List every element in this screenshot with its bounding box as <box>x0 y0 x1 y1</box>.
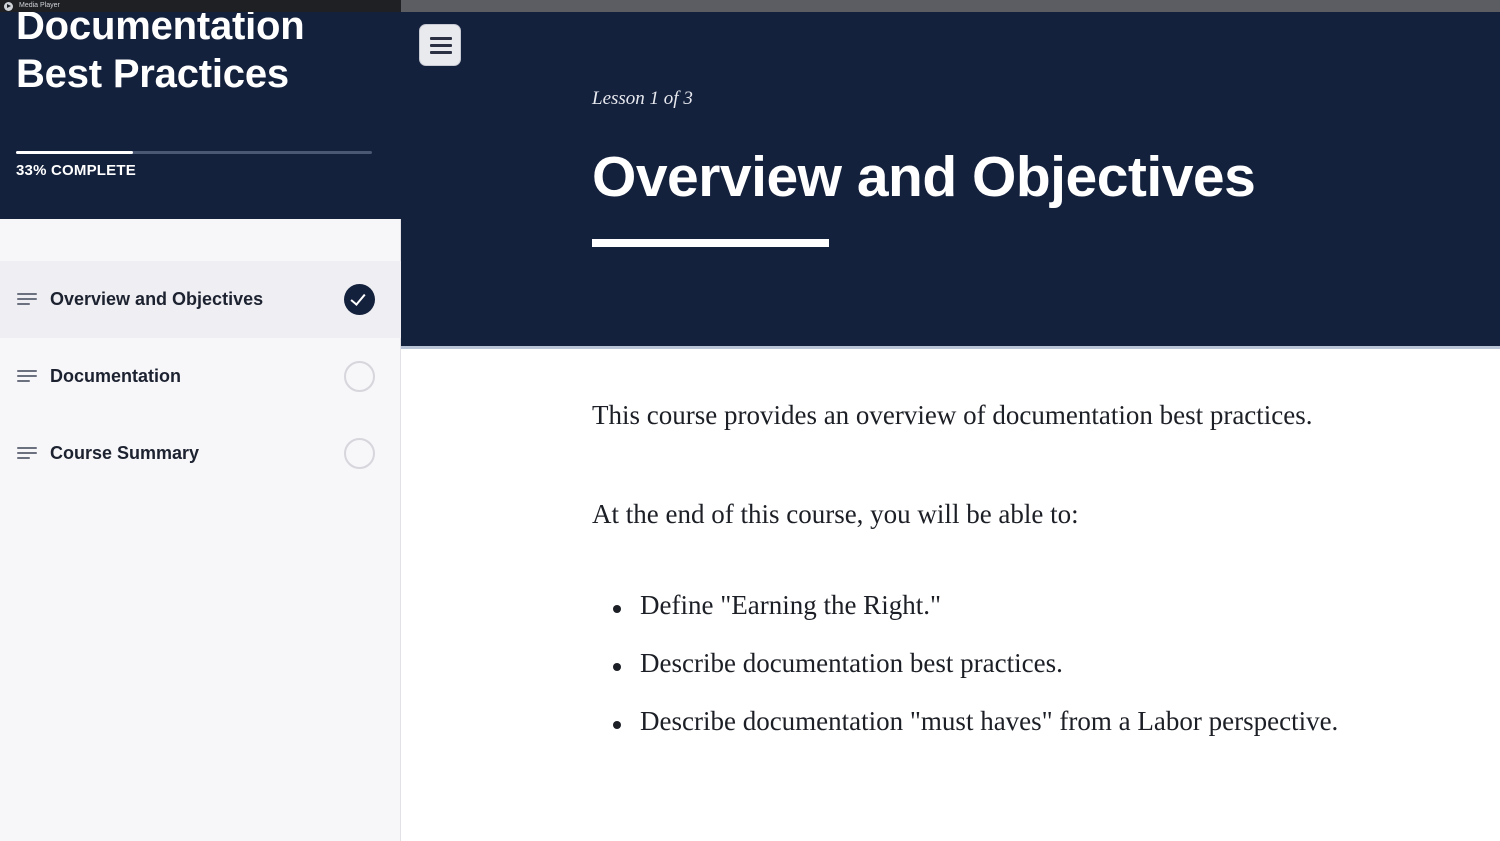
media-player-bar: Media Player <box>0 0 1500 12</box>
complete-check-icon <box>344 284 375 315</box>
course-progress-bar <box>16 151 372 154</box>
lesson-item-course-summary[interactable]: Course Summary <box>0 415 401 492</box>
lesson-label: Course Summary <box>50 443 200 463</box>
course-progress-fill <box>16 151 134 154</box>
media-player-title: Media Player <box>19 2 60 9</box>
lesson-item-overview[interactable]: Overview and Objectives <box>0 261 401 338</box>
lesson-lines-icon <box>16 368 40 385</box>
progress-label: 33% COMPLETE <box>16 162 136 179</box>
sidebar-header: Documentation Best Practices 33% COMPLET… <box>0 0 401 219</box>
hamburger-icon <box>430 37 452 40</box>
list-item: Describe documentation "must haves" from… <box>610 706 1338 764</box>
course-title: Documentation Best Practices <box>16 4 305 96</box>
lesson-label: Documentation <box>50 366 182 386</box>
lesson-lines-icon <box>16 445 40 462</box>
media-player-titlebar: Media Player <box>0 0 401 12</box>
intro-paragraph: This course provides an overview of docu… <box>592 400 1313 430</box>
lesson-title: Overview and Objectives <box>592 145 1256 209</box>
lesson-label: Overview and Objectives <box>50 289 264 309</box>
course-sidebar: Documentation Best Practices 33% COMPLET… <box>0 0 401 841</box>
title-underline <box>592 239 829 247</box>
objectives-lead: At the end of this course, you will be a… <box>592 499 1079 529</box>
lesson-counter: Lesson 1 of 3 <box>592 88 693 109</box>
list-item: Describe documentation best practices. <box>610 648 1338 706</box>
incomplete-circle-icon <box>344 361 375 392</box>
lesson-lines-icon <box>16 291 40 308</box>
objectives-list: Define "Earning the Right." Describe doc… <box>610 590 1338 764</box>
menu-toggle-button[interactable] <box>419 24 461 66</box>
incomplete-circle-icon <box>344 438 375 469</box>
lesson-item-documentation[interactable]: Documentation <box>0 338 401 415</box>
list-item: Define "Earning the Right." <box>610 590 1338 648</box>
media-player-icon <box>4 1 13 11</box>
lesson-list: Overview and Objectives Documentation Co… <box>0 261 401 492</box>
